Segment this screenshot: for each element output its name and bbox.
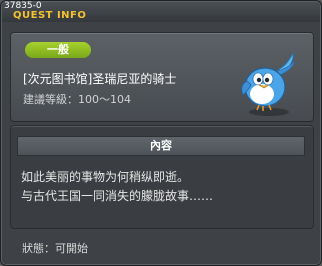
quest-status: 狀態：可開始 bbox=[22, 242, 88, 255]
window-title: QUEST INFO bbox=[13, 10, 87, 21]
quest-summary-card: 一般 [次元图书馆]圣瑞尼亚的骑士 建議等級：100～104 bbox=[10, 32, 314, 122]
description-line-1: 如此美丽的事物为何稍纵即逝。 bbox=[21, 170, 190, 184]
quest-info-window: 37835-0 QUEST INFO 一般 [次元图书馆]圣瑞尼亚的骑士 建議等… bbox=[0, 0, 322, 266]
content-header: 內容 bbox=[17, 136, 305, 156]
description-line-2: 与古代王国一同消失的朦胧故事…… bbox=[21, 189, 214, 203]
quest-name: [次元图书馆]圣瑞尼亚的骑士 bbox=[23, 72, 177, 86]
level-requirement: 建議等級：100～104 bbox=[23, 93, 131, 106]
blue-bird-icon bbox=[241, 51, 296, 116]
quest-category-badge: 一般 bbox=[25, 42, 91, 58]
title-bar[interactable]: 37835-0 QUEST INFO bbox=[2, 1, 320, 22]
